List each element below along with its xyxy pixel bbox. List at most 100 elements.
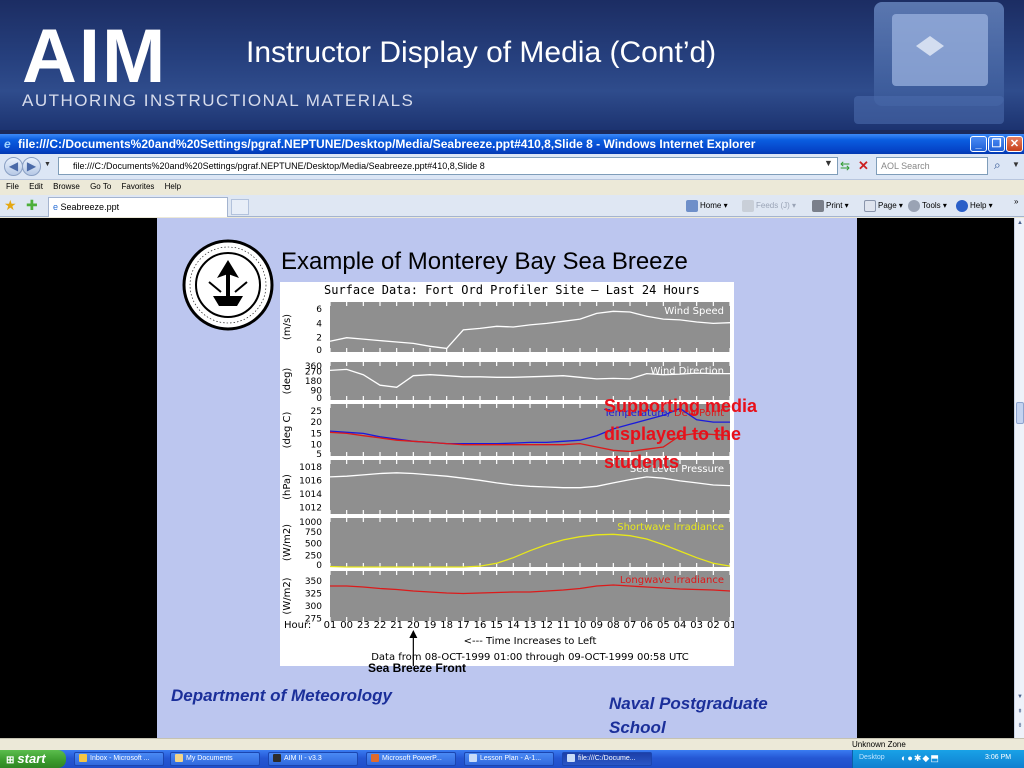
help-icon [956, 199, 968, 212]
desktop-toolbar-label[interactable]: Desktop [859, 754, 885, 761]
clock: 3:06 PM [985, 754, 1012, 761]
x-axis-note: <--- Time Increases to Left [464, 636, 597, 647]
y-tick-label: 25 [311, 407, 322, 417]
task-inbox[interactable]: Inbox - Microsoft ... [74, 752, 164, 766]
address-input[interactable]: file:///C:/Documents%20and%20Settings/pg… [58, 157, 838, 175]
aim-logo: AIM [22, 14, 168, 99]
menu-file[interactable]: File [6, 181, 19, 193]
browser-titlebar[interactable]: e file:///C:/Documents%20and%20Settings/p… [0, 134, 1024, 154]
annotation-text: Supporting media displayed to the studen… [604, 396, 757, 472]
tab-label: Seabreeze.ppt [60, 202, 120, 212]
department-label: Department of Meteorology [171, 686, 393, 705]
overflow-chevron-icon[interactable]: » [1014, 195, 1018, 209]
scroll-up-icon[interactable]: ▲ [1016, 220, 1024, 230]
x-tick-label: 15 [490, 620, 503, 631]
menu-goto[interactable]: Go To [90, 181, 111, 193]
y-tick-label: 1000 [299, 518, 322, 528]
y-tick-label: 270 [305, 368, 322, 378]
page-content: Example of Monterey Bay Sea Breeze Surfa… [0, 218, 1014, 738]
y-axis-label: (deg C) [282, 411, 293, 448]
page-button[interactable]: Page ▾ [864, 199, 903, 213]
page-menu-icon [864, 199, 876, 212]
minimize-button[interactable]: _ [970, 136, 987, 152]
address-bar: ◀ ▶ ▼ file:///C:/Documents%20and%20Setti… [0, 154, 1024, 180]
search-dropdown-icon[interactable]: ▼ [1012, 160, 1020, 169]
security-zone: Unknown Zone [852, 740, 906, 749]
ie-icon [567, 754, 575, 763]
y-tick-label: 1014 [299, 490, 322, 500]
x-tick-label: 10 [574, 620, 587, 631]
history-dropdown-icon[interactable]: ▼ [44, 161, 51, 168]
close-button[interactable]: ✕ [1006, 136, 1023, 152]
x-tick-label: 01 [324, 620, 337, 631]
menu-favorites[interactable]: Favorites [122, 181, 155, 193]
x-tick-label: 17 [457, 620, 470, 631]
school-label: Naval Postgraduate School [609, 694, 768, 737]
menu-help[interactable]: Help [165, 181, 181, 193]
ie-icon [469, 754, 477, 763]
page-label: Page [878, 201, 897, 210]
x-tick-label: 08 [607, 620, 620, 631]
chart-heading: Example of Monterey Bay Sea Breeze [281, 248, 688, 275]
task-aim[interactable]: AIM II - v3.3 [268, 752, 358, 766]
scroll-thumb[interactable] [1016, 402, 1024, 424]
y-tick-label: 1012 [299, 503, 322, 513]
maximize-button[interactable]: ❐ [988, 136, 1005, 152]
tab-seabreeze[interactable]: e Seabreeze.ppt [48, 197, 228, 217]
x-tick-label: 23 [357, 620, 370, 631]
y-tick-label: 250 [305, 551, 322, 561]
y-tick-label: 5 [316, 450, 322, 460]
favorites-star-icon[interactable]: ★ [4, 197, 17, 214]
browser-window: e file:///C:/Documents%20and%20Settings/p… [0, 134, 1024, 750]
screen: AIM AUTHORING INSTRUCTIONAL MATERIALS In… [0, 0, 1024, 768]
search-icon[interactable]: ⌕ [994, 158, 1001, 173]
y-tick-label: 0 [316, 346, 322, 356]
scroll-down-icon[interactable]: ▼ [1016, 694, 1024, 704]
stop-icon[interactable]: ✕ [858, 158, 869, 174]
back-button[interactable]: ◀ [4, 157, 23, 176]
add-favorite-icon[interactable]: ✚ [26, 197, 38, 214]
address-dropdown-icon[interactable]: ▼ [824, 158, 836, 174]
task-my-documents[interactable]: My Documents [170, 752, 260, 766]
y-tick-label: 500 [305, 540, 322, 550]
forward-button[interactable]: ▶ [22, 157, 41, 176]
x-tick-label: 19 [424, 620, 437, 631]
y-tick-label: 325 [305, 590, 322, 600]
aim-subtitle: AUTHORING INSTRUCTIONAL MATERIALS [22, 91, 415, 110]
start-button[interactable]: ⊞ start [0, 750, 66, 768]
tab-bar: ★ ✚ e Seabreeze.ppt Home ▾ Feeds (J) ▾ P… [0, 195, 1024, 217]
print-label: Print [826, 201, 843, 210]
task-ie-file[interactable]: file:///C:/Docume... [562, 752, 652, 766]
y-tick-label: 4 [316, 319, 322, 329]
slide-header: AIM AUTHORING INSTRUCTIONAL MATERIALS In… [0, 0, 1024, 130]
y-tick-label: 6 [316, 305, 322, 315]
vertical-scrollbar[interactable]: ▲ ▼ ⇞ ⇟ [1014, 218, 1024, 738]
scroll-page-down-icon[interactable]: ⇟ [1016, 722, 1024, 732]
search-input[interactable]: AOL Search [876, 157, 988, 175]
y-tick-label: 180 [305, 377, 322, 387]
x-tick-label: 13 [524, 620, 537, 631]
task-powerpoint[interactable]: Microsoft PowerP... [366, 752, 456, 766]
window-title: file:///C:/Documents%20and%20Settings/pg… [18, 137, 756, 151]
menu-edit[interactable]: Edit [29, 181, 43, 193]
panel-name: Wind Speed [664, 306, 724, 317]
page-icon: e [53, 202, 59, 212]
tray-icons[interactable]: ◐●✱◆⬒ [901, 753, 940, 764]
new-tab-button[interactable] [231, 199, 249, 215]
gear-icon [908, 199, 920, 212]
refresh-icon[interactable]: ⇆ [840, 159, 850, 173]
feeds-button[interactable]: Feeds (J) ▾ [742, 199, 796, 213]
panel-name: Wind Direction [651, 366, 725, 377]
status-bar: Unknown Zone [0, 738, 1024, 750]
y-axis-label: (m/s) [282, 314, 293, 340]
scroll-page-up-icon[interactable]: ⇞ [1016, 708, 1024, 718]
home-button[interactable]: Home ▾ [686, 199, 728, 213]
x-tick-label: 14 [507, 620, 520, 631]
tools-button[interactable]: Tools ▾ [908, 199, 947, 213]
task-lesson-plan[interactable]: Lesson Plan - A-1... [464, 752, 554, 766]
y-tick-label: 0 [316, 394, 322, 404]
print-button[interactable]: Print ▾ [812, 199, 849, 213]
help-button[interactable]: Help ▾ [956, 199, 993, 213]
menu-browse[interactable]: Browse [53, 181, 80, 193]
folder-icon [175, 754, 183, 763]
